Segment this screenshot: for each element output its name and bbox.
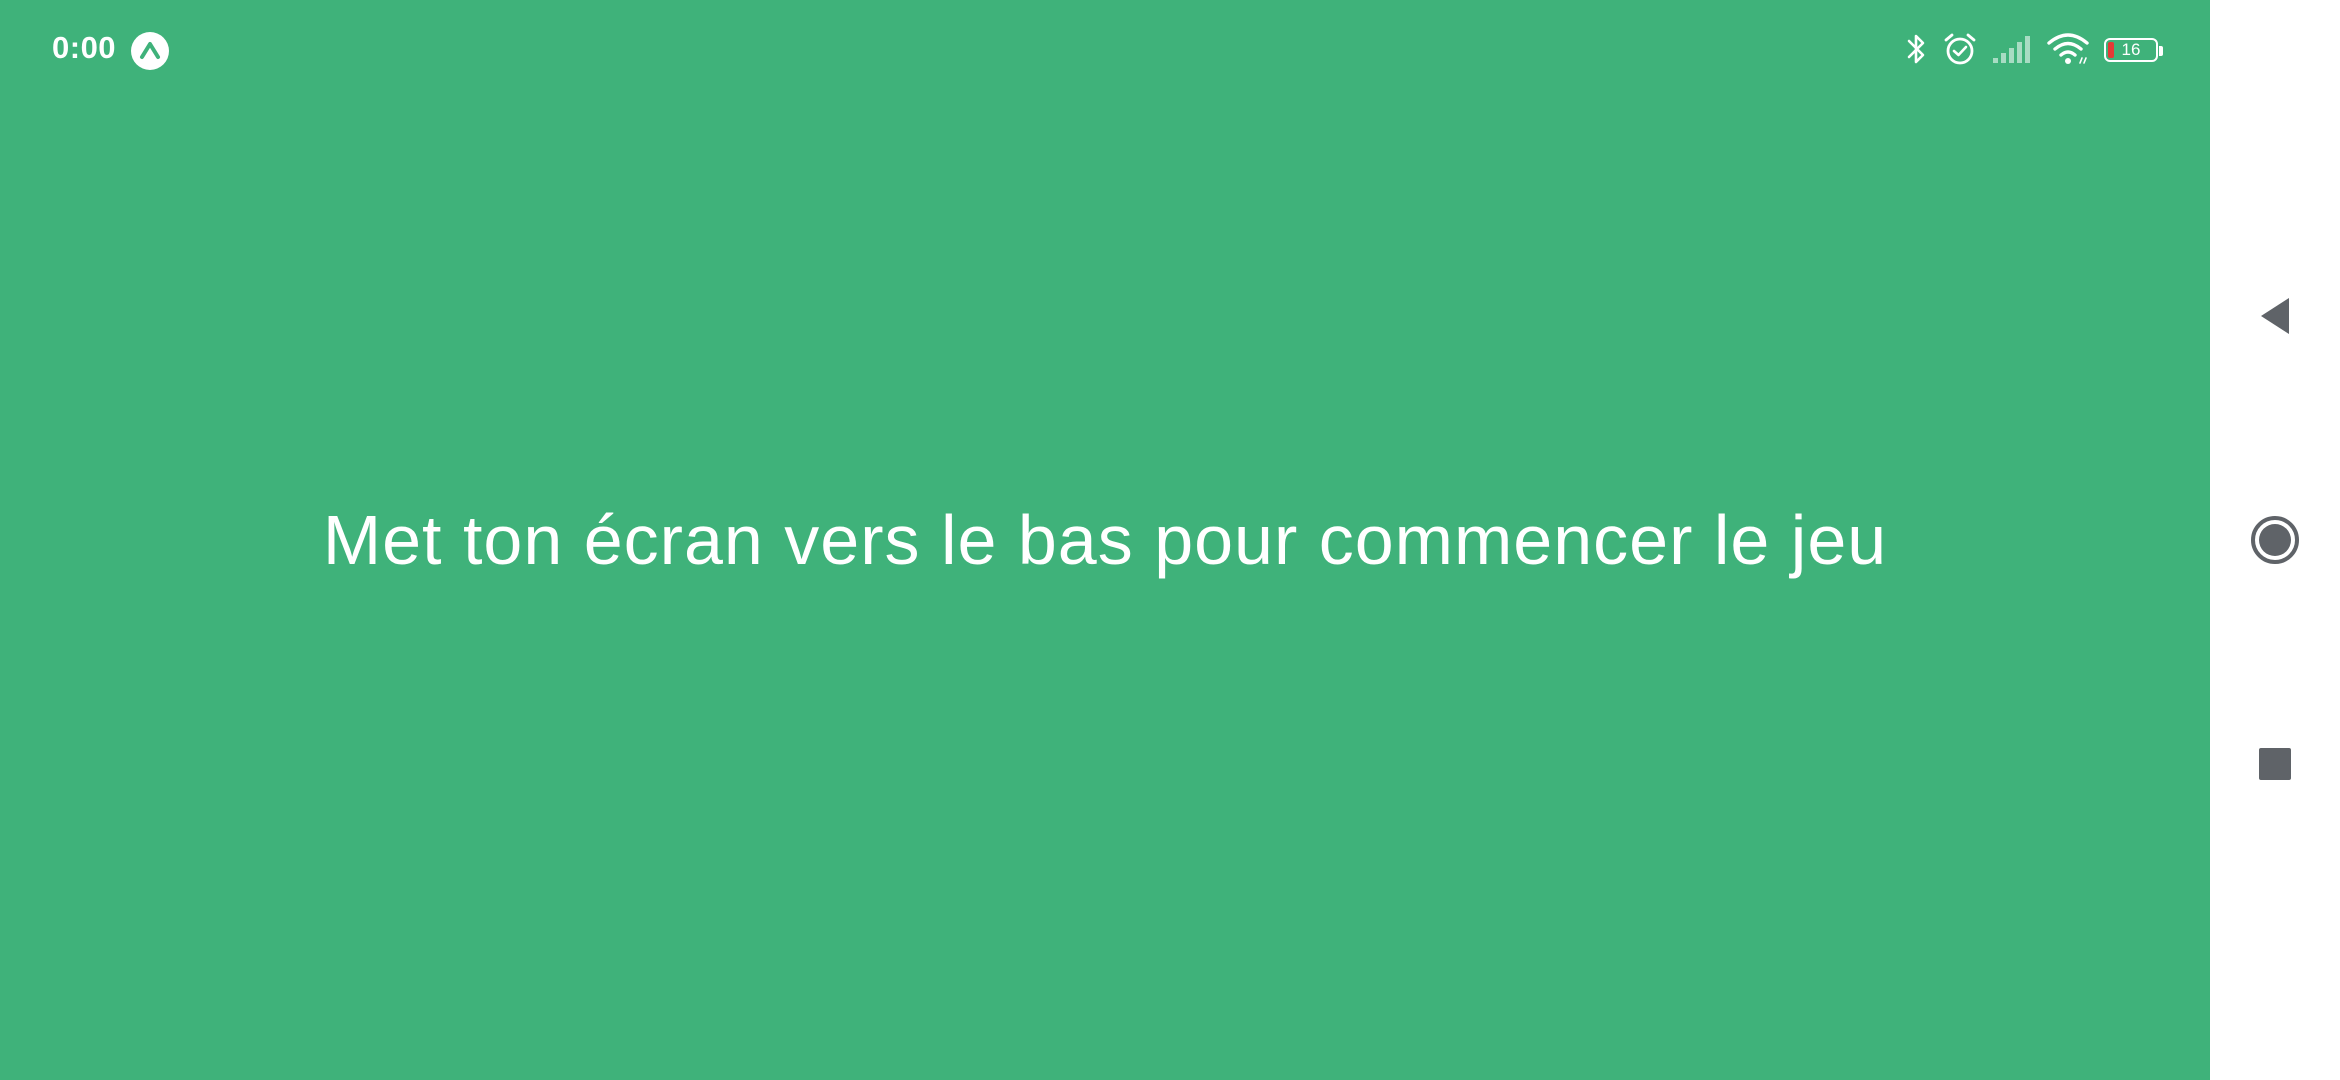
recent-apps-icon: [2259, 748, 2291, 780]
recent-apps-button[interactable]: [2210, 704, 2340, 824]
instruction-message: Met ton écran vers le bas pour commencer…: [322, 501, 1888, 579]
status-icons: 16: [1890, 30, 2164, 72]
back-button[interactable]: [2210, 256, 2340, 376]
back-icon: [2261, 298, 2289, 334]
home-icon: [2251, 516, 2299, 564]
bluetooth-icon: [1904, 31, 1928, 72]
signal-icon: [1992, 34, 2032, 69]
battery-level: 16: [2121, 40, 2141, 59]
navigation-bar: [2210, 0, 2340, 1080]
home-button[interactable]: [2210, 480, 2340, 600]
game-screen[interactable]: 0:00 16 Met ton écran vers le bas pour c…: [0, 0, 2210, 1080]
alarm-icon: [1942, 31, 1978, 72]
battery-icon: 16: [2104, 38, 2164, 64]
screen: 0:00 16 Met ton écran vers le bas pour c…: [0, 0, 2340, 1080]
arrow-up-badge-icon: [131, 32, 169, 70]
status-clock: 0:00: [52, 30, 117, 65]
status-bar: 0:00 16: [0, 0, 2210, 100]
wifi-icon: [2046, 31, 2090, 72]
